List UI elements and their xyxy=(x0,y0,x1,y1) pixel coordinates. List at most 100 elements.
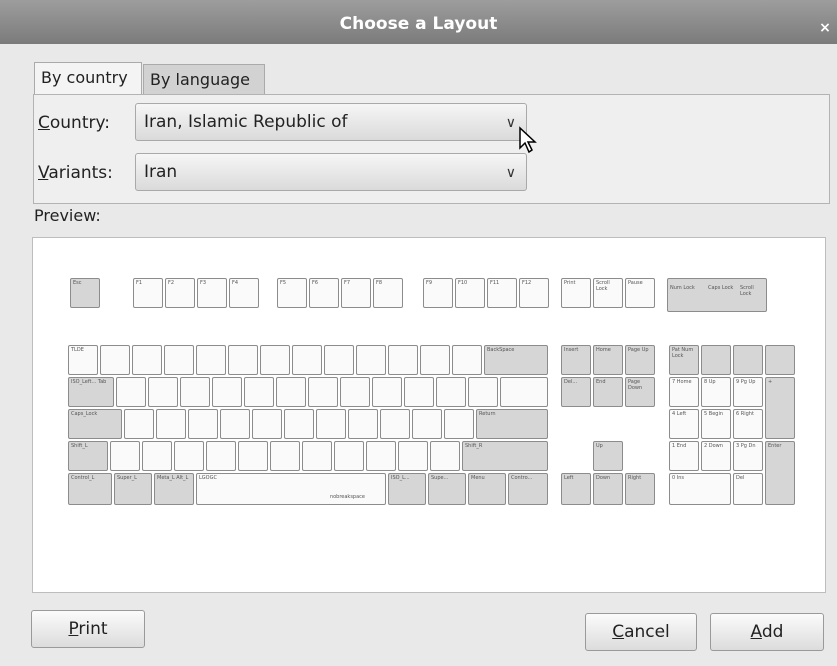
key-f2: F2 xyxy=(165,278,195,308)
key-iso-level3: ISO_L... xyxy=(388,473,426,505)
key-num-lock: Pat Num Lock xyxy=(669,345,699,375)
key xyxy=(348,409,378,439)
tab-panel: Country: Iran, Islamic Republic of ∨ Var… xyxy=(33,94,830,204)
key-kp-divide xyxy=(701,345,731,375)
key-alt-left: Meta_L Alt_L xyxy=(154,473,194,505)
print-button[interactable]: Print xyxy=(31,610,145,648)
key-shift-right: Shift_R xyxy=(462,441,548,471)
key-print: Print xyxy=(561,278,591,308)
key-f8: F8 xyxy=(373,278,403,308)
key-kp3: 3 Pg Dn xyxy=(733,441,763,471)
key xyxy=(292,345,322,375)
key xyxy=(180,377,210,407)
variants-combo[interactable]: Iran ∨ xyxy=(135,153,527,191)
key-f4: F4 xyxy=(229,278,259,308)
key-end: End xyxy=(593,377,623,407)
key-f10: F10 xyxy=(455,278,485,308)
key-return: Return xyxy=(476,409,548,439)
chevron-down-icon: ∨ xyxy=(505,115,516,131)
key xyxy=(132,345,162,375)
key xyxy=(252,409,282,439)
key-f11: F11 xyxy=(487,278,517,308)
tab-by-language[interactable]: By language xyxy=(143,64,265,94)
tab-label: By country xyxy=(41,68,128,87)
key-pause: Pause xyxy=(625,278,655,308)
key-kp2: 2 Down xyxy=(701,441,731,471)
cancel-button[interactable]: Cancel xyxy=(585,613,697,651)
key-kp9: 9 Pg Up xyxy=(733,377,763,407)
key xyxy=(270,441,300,471)
key-f7: F7 xyxy=(341,278,371,308)
key xyxy=(308,377,338,407)
country-label: Country: xyxy=(38,113,111,133)
mouse-pointer-icon xyxy=(519,126,537,154)
key-space-label: LGOGC xyxy=(199,475,217,481)
title-bar[interactable]: Choose a Layout × xyxy=(0,0,837,44)
key-page-down: Page Down xyxy=(625,377,655,407)
key xyxy=(388,345,418,375)
key xyxy=(380,409,410,439)
key-space-sublabel: nobreakspace xyxy=(329,494,365,500)
key xyxy=(276,377,306,407)
indicator-caps-lock: Caps Lock xyxy=(708,285,734,291)
key xyxy=(324,345,354,375)
key-kp7: 7 Home xyxy=(669,377,699,407)
key xyxy=(340,377,370,407)
key-kp8: 8 Up xyxy=(701,377,731,407)
key-kp4: 4 Left xyxy=(669,409,699,439)
key-super-right: Supe... xyxy=(428,473,466,505)
key xyxy=(468,377,498,407)
key-home: Home xyxy=(593,345,623,375)
key xyxy=(116,377,146,407)
key xyxy=(500,377,548,407)
indicator-panel: Num Lock Caps Lock Scroll Lock xyxy=(667,278,767,312)
key-down: Down xyxy=(593,473,623,505)
preview-label: Preview: xyxy=(34,206,101,225)
key-kp0: 0 Ins xyxy=(669,473,731,505)
key xyxy=(206,441,236,471)
indicator-scroll-lock: Scroll Lock xyxy=(740,285,754,297)
key xyxy=(156,409,186,439)
key xyxy=(174,441,204,471)
country-combo[interactable]: Iran, Islamic Republic of ∨ xyxy=(135,103,527,141)
key-f12: F12 xyxy=(519,278,549,308)
key xyxy=(124,409,154,439)
key-f5: F5 xyxy=(277,278,307,308)
key xyxy=(148,377,178,407)
key-tab: ISO_Left... Tab xyxy=(68,377,114,407)
key xyxy=(430,441,460,471)
key xyxy=(356,345,386,375)
close-icon[interactable]: × xyxy=(817,20,833,36)
key-esc: Esc xyxy=(70,278,100,308)
key-kp-enter: Enter xyxy=(765,441,795,505)
key xyxy=(398,441,428,471)
tab-by-country[interactable]: By country xyxy=(34,62,142,94)
key xyxy=(238,441,268,471)
variants-value: Iran xyxy=(144,162,178,182)
key-scroll-lock: Scroll Lock xyxy=(593,278,623,308)
keyboard-preview: Esc F1 F2 F3 F4 F5 F6 F7 F8 F9 F10 F11 F… xyxy=(32,237,826,593)
key xyxy=(436,377,466,407)
key-f6: F6 xyxy=(309,278,339,308)
tab-label: By language xyxy=(150,70,251,89)
key-tlde: TLDE xyxy=(68,345,98,375)
country-value: Iran, Islamic Republic of xyxy=(144,112,348,132)
key-page-up: Page Up xyxy=(625,345,655,375)
key xyxy=(212,377,242,407)
key xyxy=(100,345,130,375)
add-button[interactable]: Add xyxy=(710,613,824,651)
key-f3: F3 xyxy=(197,278,227,308)
key xyxy=(302,441,332,471)
key-delete: Del... xyxy=(561,377,591,407)
key xyxy=(404,377,434,407)
key xyxy=(444,409,474,439)
key-kp5: 5 Begin xyxy=(701,409,731,439)
key-right: Right xyxy=(625,473,655,505)
key xyxy=(196,345,226,375)
key-space: LGOGC nobreakspace xyxy=(196,473,386,505)
key-kp1: 1 End xyxy=(669,441,699,471)
key-up: Up xyxy=(593,441,623,471)
key-left: Left xyxy=(561,473,591,505)
key xyxy=(260,345,290,375)
key-f1: F1 xyxy=(133,278,163,308)
